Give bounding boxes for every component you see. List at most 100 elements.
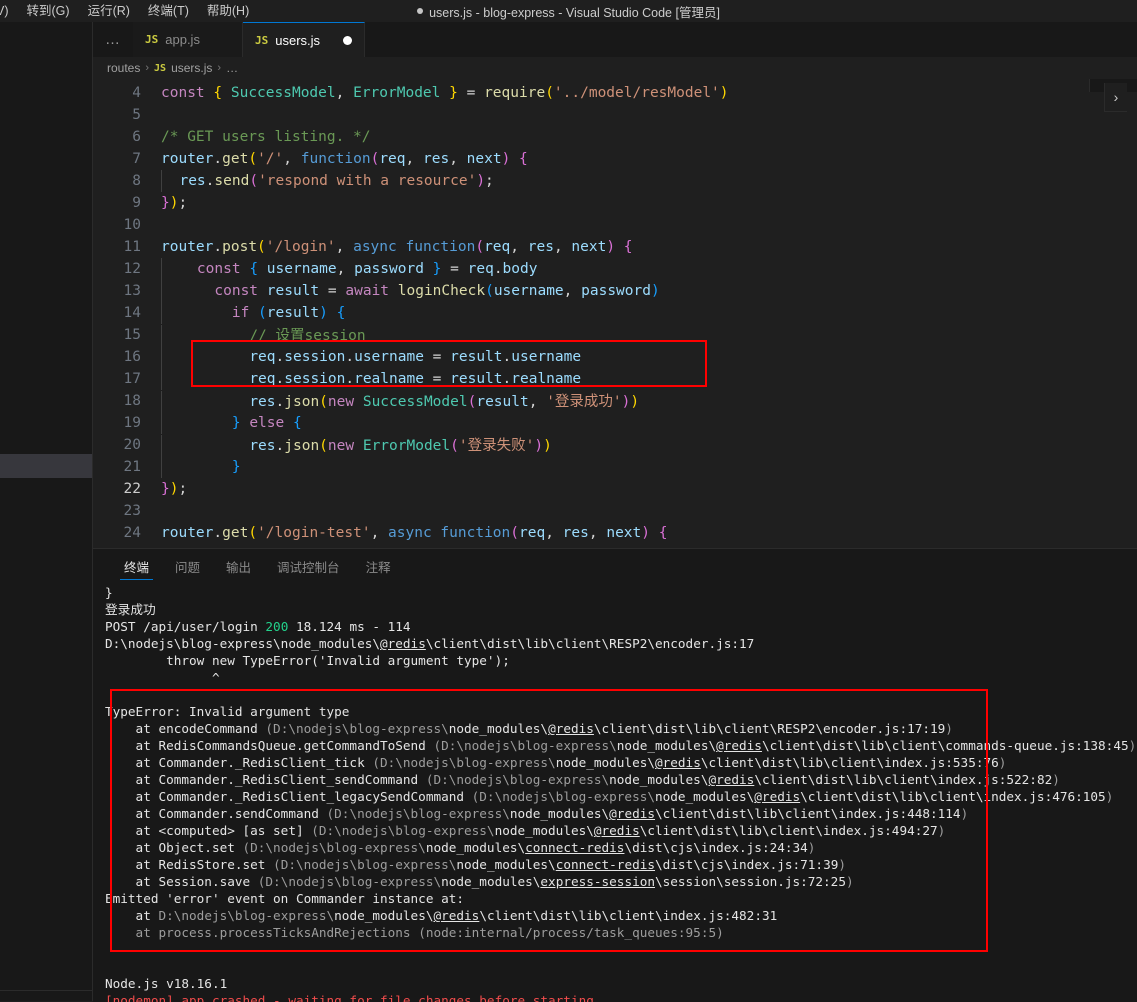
terminal-line: at Commander._RedisClient_sendCommand (D… <box>105 772 1060 787</box>
code-line[interactable]: 17 req.session.realname = result.realnam… <box>93 368 1137 390</box>
editor-tab-users-js[interactable]: JS users.js <box>243 22 366 57</box>
terminal-line: at encodeCommand (D:\nodejs\blog-express… <box>105 721 953 736</box>
js-file-icon: JS <box>145 33 159 46</box>
line-number: 18 <box>123 393 141 409</box>
menu-item-2[interactable]: 运行(R) <box>79 1 139 21</box>
dirty-dot-icon <box>417 8 424 14</box>
code-line-text: /* GET users listing. */ <box>161 129 371 145</box>
line-number: 21 <box>123 459 141 475</box>
terminal-line: at Commander.sendCommand (D:\nodejs\blog… <box>105 806 969 821</box>
terminal-line: TypeError: Invalid argument type <box>105 704 350 719</box>
panel-tab-2[interactable]: 输出 <box>213 549 264 584</box>
code-line[interactable]: 4 const { SuccessModel, ErrorModel } = re… <box>93 82 1137 104</box>
code-line-text: req.session.username = result.username <box>161 346 581 368</box>
menu-item-3[interactable]: 终端(T) <box>139 1 198 21</box>
terminal-line: at Object.set (D:\nodejs\blog-express\no… <box>105 840 816 855</box>
indent-guide <box>161 434 162 457</box>
terminal-line: at <computed> [as set] (D:\nodejs\blog-e… <box>105 823 946 838</box>
panel-tab-1[interactable]: 问题 <box>162 549 213 584</box>
line-number: 17 <box>123 371 141 387</box>
code-line-text: res.json(new ErrorModel('登录失败')) <box>161 434 552 457</box>
code-line[interactable]: 7 router.get('/', function(req, res, next… <box>93 148 1137 170</box>
code-line-text: }); <box>161 195 188 211</box>
editor-tab-strip: … JS app.js JS users.js <box>93 22 1137 58</box>
editor-tab-app-js[interactable]: JS app.js <box>133 22 243 57</box>
code-line[interactable]: 5 <box>93 104 1137 126</box>
code-lines: 4 const { SuccessModel, ErrorModel } = re… <box>93 82 1137 544</box>
terminal-line: at Commander._RedisClient_tick (D:\nodej… <box>105 755 1007 770</box>
line-number: 5 <box>132 107 141 123</box>
breadcrumb-root[interactable]: routes <box>107 61 140 75</box>
code-line[interactable]: 13 const result = await loginCheck(usern… <box>93 280 1137 302</box>
breadcrumb[interactable]: routes › JS users.js › … <box>93 57 1137 79</box>
code-line-text: res.send('respond with a resource'); <box>161 170 494 192</box>
line-number: 23 <box>123 503 141 519</box>
terminal-output[interactable]: } 登录成功 POST /api/user/login 200 18.124 ms … <box>93 584 1137 1002</box>
breadcrumb-file[interactable]: users.js <box>171 61 212 75</box>
code-line-text: } else { <box>161 412 302 434</box>
terminal-line: at RedisStore.set (D:\nodejs\blog-expres… <box>105 857 846 872</box>
terminal-line: Emitted 'error' event on Commander insta… <box>105 891 465 906</box>
line-number: 4 <box>132 85 141 101</box>
terminal-line: at Session.save (D:\nodejs\blog-express\… <box>105 874 854 889</box>
breadcrumb-symbol-ellipsis[interactable]: … <box>226 61 238 75</box>
code-line[interactable]: 16 req.session.username = result.usernam… <box>93 346 1137 368</box>
code-line-text: }); <box>161 481 188 497</box>
code-line[interactable]: 14 if (result) { <box>93 302 1137 324</box>
line-number: 15 <box>123 327 141 343</box>
line-number: 9 <box>132 195 141 211</box>
line-number: 13 <box>123 283 141 299</box>
code-line[interactable]: 8 res.send('respond with a resource'); <box>93 170 1137 192</box>
code-line[interactable]: 21 } <box>93 456 1137 478</box>
menu-bar[interactable]: V) 转到(G) 运行(R) 终端(T) 帮助(H) <box>0 0 258 22</box>
terminal-line: D:\nodejs\blog-express\node_modules\@red… <box>105 636 755 651</box>
code-line[interactable]: 22}); <box>93 478 1137 500</box>
code-line[interactable]: 23 <box>93 500 1137 522</box>
code-line[interactable]: 20 res.json(new ErrorModel('登录失败')) <box>93 434 1137 457</box>
code-editor[interactable]: 4 const { SuccessModel, ErrorModel } = re… <box>93 79 1137 548</box>
title-bar: V) 转到(G) 运行(R) 终端(T) 帮助(H) users.js - blog-e… <box>0 0 1137 23</box>
terminal-line: throw new TypeError('Invalid argument ty… <box>105 653 510 668</box>
line-number: 12 <box>123 261 141 277</box>
code-line-text: router.get('/login-test', async function… <box>161 525 668 541</box>
indent-guide <box>161 280 162 302</box>
code-line[interactable]: 10 <box>93 214 1137 236</box>
editor-tab-label: users.js <box>275 32 321 48</box>
panel-tab-4[interactable]: 注释 <box>353 549 404 584</box>
tab-dirty-dot-icon[interactable] <box>343 35 353 45</box>
line-number: 20 <box>123 437 141 453</box>
indent-guide <box>161 302 162 324</box>
terminal-line: 登录成功 <box>105 602 156 617</box>
code-line[interactable]: 18 res.json(new SuccessModel(result, '登录… <box>93 390 1137 413</box>
sidebar-scroll-thumb[interactable] <box>0 454 92 478</box>
code-line[interactable]: 6 /* GET users listing. */ <box>93 126 1137 148</box>
indent-guide <box>161 258 162 280</box>
editor-tab-label: app.js <box>165 32 200 47</box>
line-number: 24 <box>123 525 141 541</box>
code-line[interactable]: 12 const { username, password } = req.bo… <box>93 258 1137 280</box>
panel-tab-0[interactable]: 终端 <box>111 549 162 584</box>
line-number: 14 <box>123 305 141 321</box>
code-line-text: res.json(new SuccessModel(result, '登录成功'… <box>161 390 639 413</box>
code-line[interactable]: 11 router.post('/login', async function(r… <box>93 236 1137 258</box>
code-line[interactable]: 24 router.get('/login-test', async functi… <box>93 522 1137 544</box>
chevron-right-icon[interactable]: › <box>1104 83 1127 112</box>
terminal-line: at process.processTicksAndRejections (no… <box>105 925 724 940</box>
tab-overflow-button[interactable]: … <box>93 22 133 57</box>
code-line-text: const { SuccessModel, ErrorModel } = req… <box>161 85 729 101</box>
menu-item-1[interactable]: 转到(G) <box>18 1 79 21</box>
terminal-line: at Commander._RedisClient_legacySendComm… <box>105 789 1114 804</box>
breadcrumb-separator-icon: › <box>145 62 150 74</box>
menu-item-0[interactable]: V) <box>0 1 18 21</box>
code-line[interactable]: 9}); <box>93 192 1137 214</box>
indent-guide <box>161 324 162 347</box>
code-line[interactable]: 19 } else { <box>93 412 1137 434</box>
js-file-icon: JS <box>154 62 167 74</box>
menu-item-4[interactable]: 帮助(H) <box>198 1 258 21</box>
terminal-line: at RedisCommandsQueue.getCommandToSend (… <box>105 738 1137 753</box>
code-line[interactable]: 15 // 设置session <box>93 324 1137 347</box>
line-number: 16 <box>123 349 141 365</box>
panel-tab-3[interactable]: 调试控制台 <box>264 549 353 584</box>
